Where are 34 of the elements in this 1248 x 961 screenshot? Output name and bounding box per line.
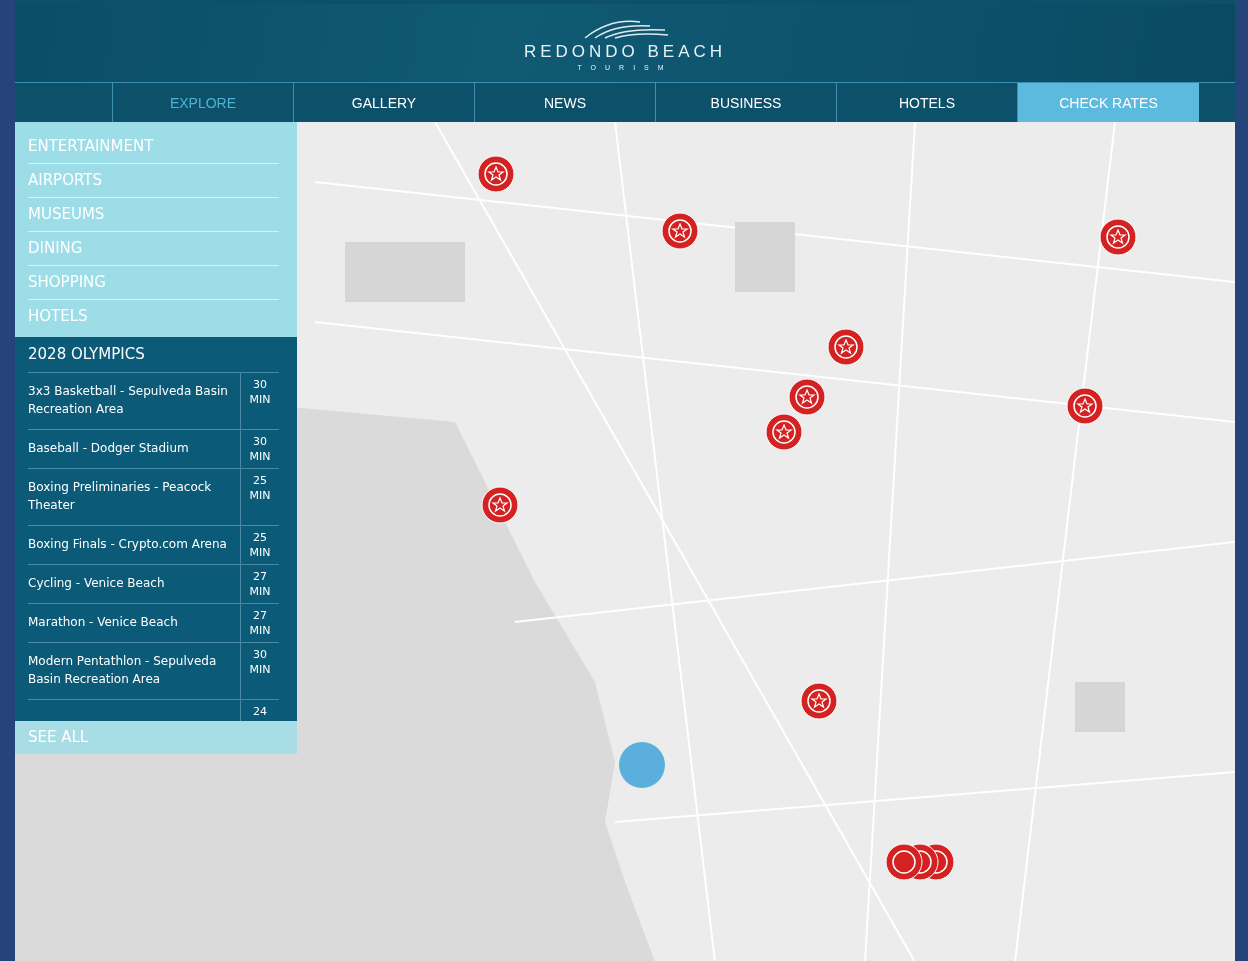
minutes-unit: MIN [249, 662, 271, 677]
travel-minutes: 25 [253, 473, 267, 488]
venue-pin-icon[interactable] [481, 486, 519, 524]
travel-minutes: 30 [253, 647, 267, 662]
travel-minutes: 25 [253, 530, 267, 545]
venue-name[interactable]: Boxing Preliminaries - Peacock Theater [28, 469, 241, 525]
venue-pin-icon[interactable] [788, 378, 826, 416]
minutes-unit: MIN [249, 392, 271, 407]
venue-pin-icon[interactable] [1066, 387, 1104, 425]
pin-cluster-drawing[interactable] [885, 841, 955, 883]
travel-minutes: 30 [253, 377, 267, 392]
venue-pin-icon[interactable] [765, 413, 803, 451]
venue-name[interactable]: Cycling - Venice Beach [28, 565, 241, 603]
logo-title: REDONDO BEACH [523, 41, 727, 62]
travel-minutes: 27 [253, 569, 267, 584]
venue-name[interactable]: Marathon - Venice Beach [28, 604, 241, 642]
venue-name[interactable]: Boxing Finals - Crypto.com Arena [28, 526, 241, 564]
travel-minutes: 30 [253, 434, 267, 449]
minutes-unit: MIN [249, 623, 271, 638]
venue-pin-icon[interactable] [477, 155, 515, 193]
minutes-unit: MIN [249, 488, 271, 503]
venue-pin-icon[interactable] [800, 682, 838, 720]
minutes-unit: MIN [249, 449, 271, 464]
minutes-unit: MIN [249, 584, 271, 599]
venue-pin-icon[interactable] [827, 328, 865, 366]
minutes-unit: MIN [249, 545, 271, 560]
venue-name[interactable]: Baseball - Dodger Stadium [28, 430, 241, 468]
venue-pin-icon[interactable] [1099, 218, 1137, 256]
travel-minutes: 27 [253, 608, 267, 623]
venue-name[interactable]: 3x3 Basketball - Sepulveda Basin Recreation Area [28, 373, 241, 429]
section-heading[interactable]: 2028 OLYMPICS [28, 341, 279, 373]
venue-pin-icon[interactable] [661, 212, 699, 250]
travel-minutes: 24 [253, 704, 267, 719]
venue-name[interactable]: Modern Pentathlon - Sepulveda Basin Recreation Area [28, 643, 241, 699]
